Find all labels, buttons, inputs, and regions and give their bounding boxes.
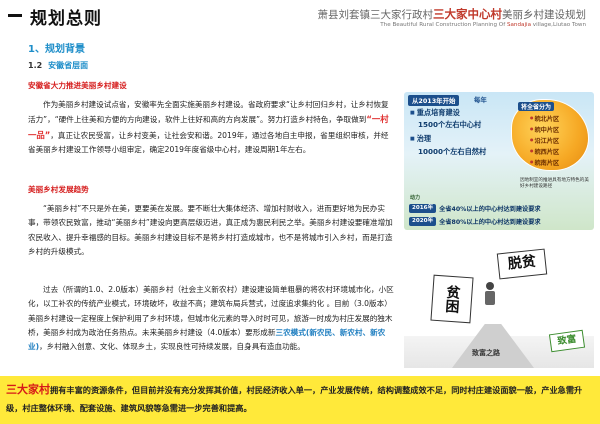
block2-heading: 美丽乡村发展趋势 bbox=[28, 185, 89, 194]
project-title-post: 美丽乡村建设规划 bbox=[502, 9, 586, 21]
target-year: 2020年 bbox=[409, 217, 437, 226]
summary-body: 拥有丰富的资源条件，但目前并没有充分发挥其价值，村民经济收入单一，产业发展传统，… bbox=[6, 385, 583, 413]
sign-poverty: 贫困 bbox=[430, 274, 474, 324]
summary-text: 三大家村拥有丰富的资源条件，但目前并没有充分发挥其价值，村民经济收入单一，产业发… bbox=[6, 381, 594, 417]
target-text: 全省80%以上的中心村达到建设要求 bbox=[439, 219, 541, 226]
block1-paragraph: 作为美丽乡村建设试点省，安徽率先全面实施美丽乡村建设。省政府要求“让乡村回归乡村… bbox=[28, 98, 394, 157]
person-body bbox=[485, 291, 495, 305]
region-label: 皖中片区 bbox=[530, 125, 560, 134]
block1-heading: 安徽省大力推进美丽乡村建设 bbox=[28, 81, 127, 90]
region-label: 皖西片区 bbox=[530, 147, 560, 156]
project-title-pre: 萧县刘套镇三大家行政村 bbox=[317, 9, 434, 21]
sign-poverty-text: 贫困 bbox=[443, 284, 461, 314]
subsection-title: 安徽省层面 bbox=[48, 61, 89, 70]
block1-text: 作为美丽乡村建设试点省，安徽率先全面实施美丽乡村建设。省政府要求“让乡村回归乡村… bbox=[28, 100, 389, 125]
map-title: 将全省分为 bbox=[518, 102, 555, 111]
target-year: 2016年 bbox=[409, 204, 437, 213]
project-en-highlight: Sandajia bbox=[506, 22, 531, 28]
project-title-highlight: 三大家中心村 bbox=[433, 7, 502, 21]
block2-text-post: ，乡村融入创意、文化、体现乡土，实现良性可持续发展，自身具有造血功能。 bbox=[39, 342, 305, 352]
sign-escape-poverty-text: 脱贫 bbox=[507, 253, 537, 273]
project-title: 萧县刘套镇三大家行政村三大家中心村美丽乡村建设规划 bbox=[318, 6, 587, 22]
region-label: 皖南片区 bbox=[530, 158, 560, 167]
block1-text-post: ，真正让农民受富，让乡村变美，让社会安和谐。2019年，通过各地自主申报，省里组… bbox=[28, 130, 389, 154]
page-title: 规划总则 bbox=[30, 9, 102, 29]
infographic-note: 因地制宜的推进具有地方特色的美好乡村建设路径 bbox=[520, 178, 589, 190]
project-title-en: The Beautiful Rural Construction Plannin… bbox=[380, 22, 586, 28]
person-figure bbox=[482, 282, 498, 310]
summary-highlight: 三大家村 bbox=[6, 383, 50, 396]
infographic-title: 从2013年开始 bbox=[408, 95, 460, 106]
infographic-item: 治理 bbox=[410, 134, 431, 144]
project-en-pre: The Beautiful Rural Construction Plannin… bbox=[380, 22, 507, 28]
subsection-heading: 1.2 安徽省层面 bbox=[28, 60, 88, 71]
sign-escape-poverty: 脱贫 bbox=[496, 248, 548, 280]
person-head bbox=[486, 282, 494, 290]
infographic-title-2: 每年 bbox=[474, 96, 487, 104]
infographic-power-label: 动力 bbox=[410, 195, 421, 201]
infographic-item: 重点培育建设 bbox=[410, 108, 460, 118]
region-label: 皖北片区 bbox=[530, 114, 560, 123]
summary-banner: 三大家村拥有丰富的资源条件，但目前并没有充分发挥其价值，村民经济收入单一，产业发… bbox=[0, 376, 600, 424]
infographic-item: 10000个左右自然村 bbox=[418, 147, 487, 156]
block2-paragraph-1: “美丽乡村”不只是外在美，更要美在发展。要不断壮大集体经济、增加村财收入，进而更… bbox=[28, 204, 393, 256]
block2-paragraph-2: 过去（所谓的1.0、2.0版本）美丽乡村（社会主义新农村）建设建设简单粗暴的将农… bbox=[28, 283, 394, 354]
project-en-post: village,Liutao Town bbox=[531, 22, 586, 28]
infographic-item: 1500个左右中心村 bbox=[418, 120, 482, 129]
title-bar-decoration bbox=[8, 14, 22, 17]
region-label: 沿江片区 bbox=[530, 136, 560, 145]
subsection-number: 1.2 bbox=[28, 61, 43, 70]
target-row: 2020年 全省80%以上的中心村达到建设要求 bbox=[409, 216, 589, 227]
policy-infographic: 从2013年开始 每年 重点培育建设 1500个左右中心村 治理 10000个左… bbox=[404, 92, 594, 230]
target-text: 全省40%以上的中心村达到建设要求 bbox=[439, 206, 541, 213]
road-label: 致富之路 bbox=[472, 349, 500, 357]
poverty-alleviation-illustration: 脱贫 贫困 致富之路 致富 bbox=[404, 246, 594, 368]
target-row: 2016年 全省40%以上的中心村达到建设要求 bbox=[409, 203, 589, 214]
section-heading: 1、规划背景 bbox=[28, 44, 85, 55]
sign-prosperity-text: 致富 bbox=[556, 333, 578, 348]
